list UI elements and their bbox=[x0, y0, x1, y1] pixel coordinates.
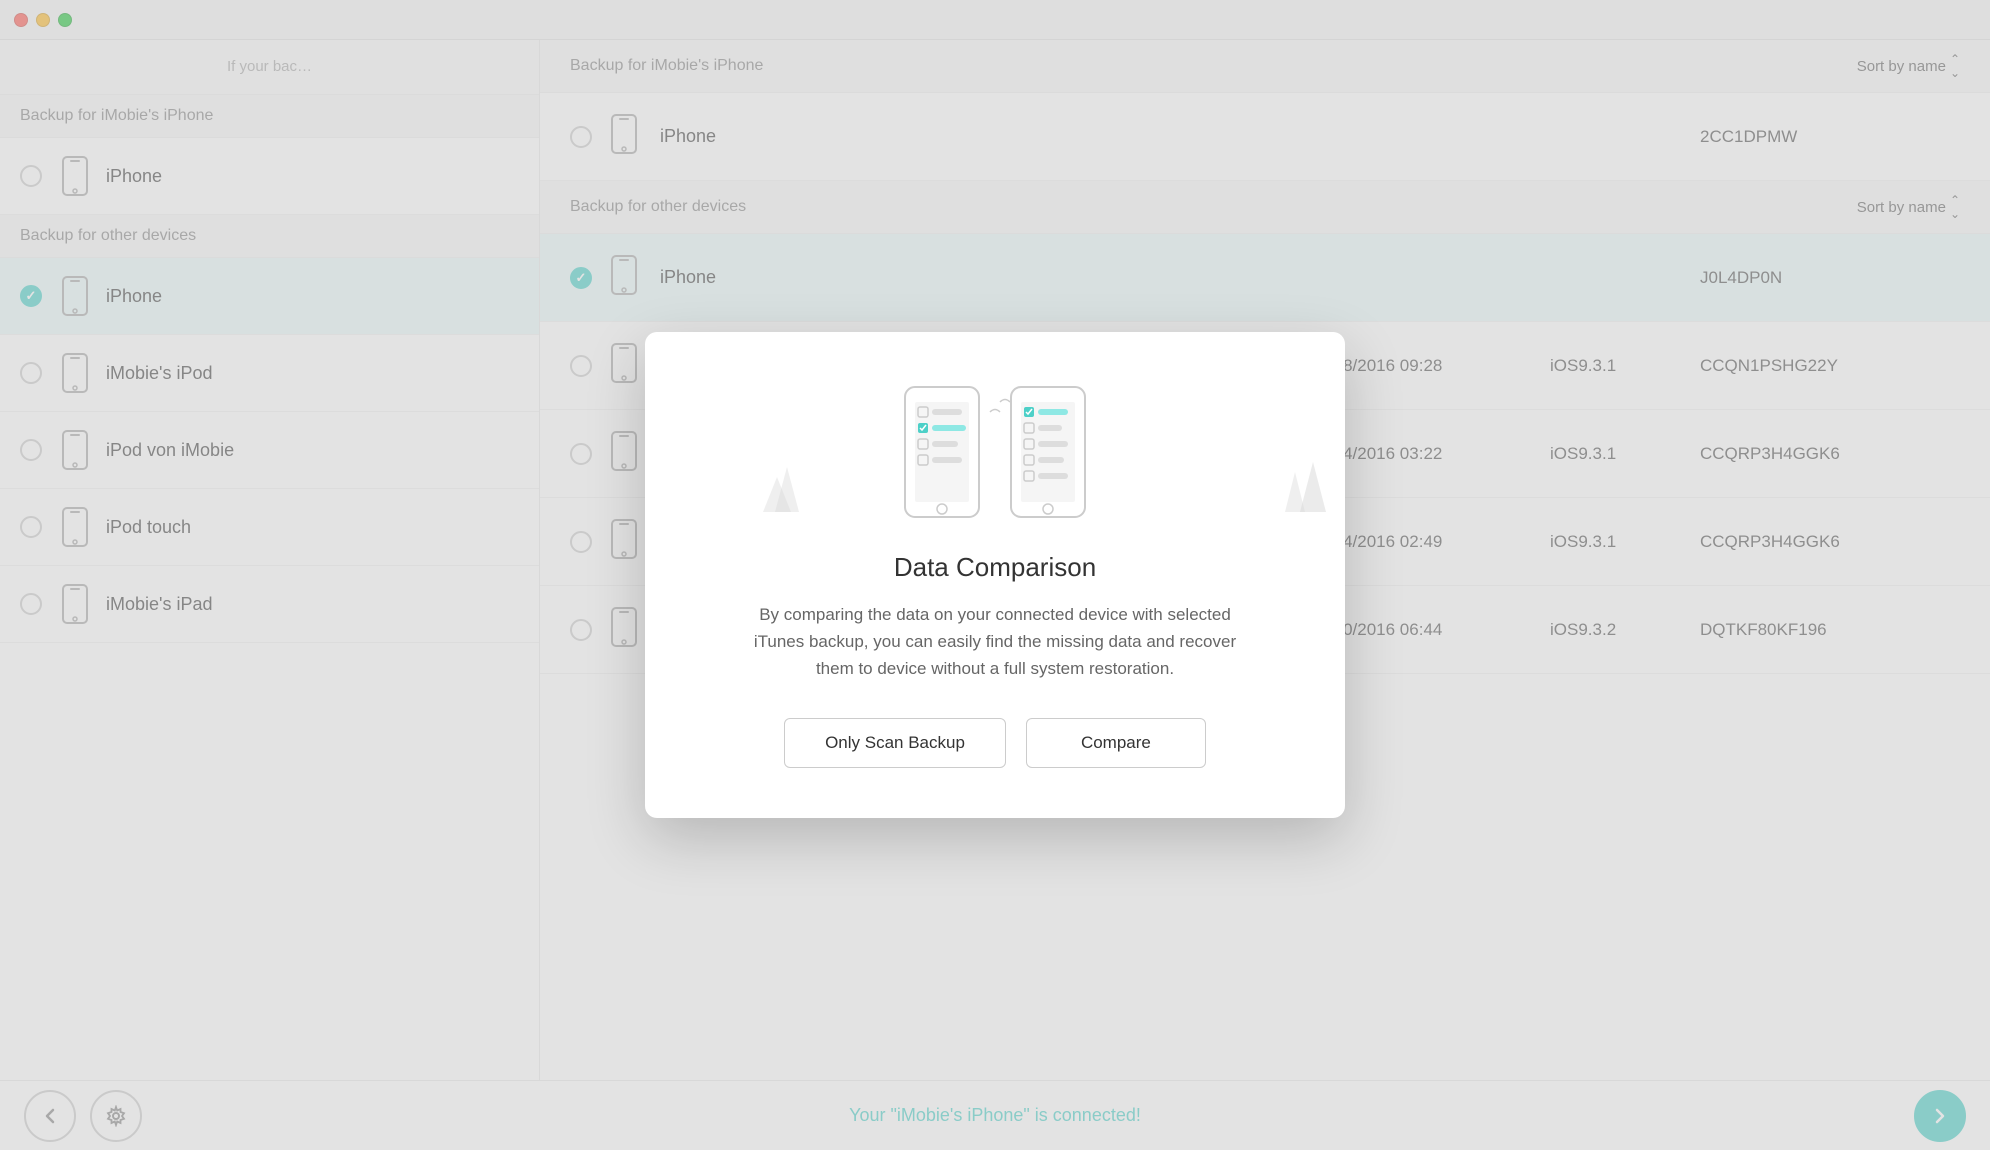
modal-overlay: Data Comparison By comparing the data on… bbox=[0, 0, 1990, 1150]
modal-title: Data Comparison bbox=[695, 552, 1295, 583]
only-scan-backup-button[interactable]: Only Scan Backup bbox=[784, 718, 1006, 768]
compare-button[interactable]: Compare bbox=[1026, 718, 1206, 768]
app-window: If your bac… Backup for iMobie's iPhone … bbox=[0, 0, 1990, 1150]
phone-comparison-illustration bbox=[885, 377, 1105, 527]
modal-description: By comparing the data on your connected … bbox=[735, 601, 1255, 683]
modal-buttons: Only Scan Backup Compare bbox=[695, 718, 1295, 768]
data-comparison-modal: Data Comparison By comparing the data on… bbox=[645, 332, 1345, 819]
modal-illustration bbox=[695, 372, 1295, 532]
